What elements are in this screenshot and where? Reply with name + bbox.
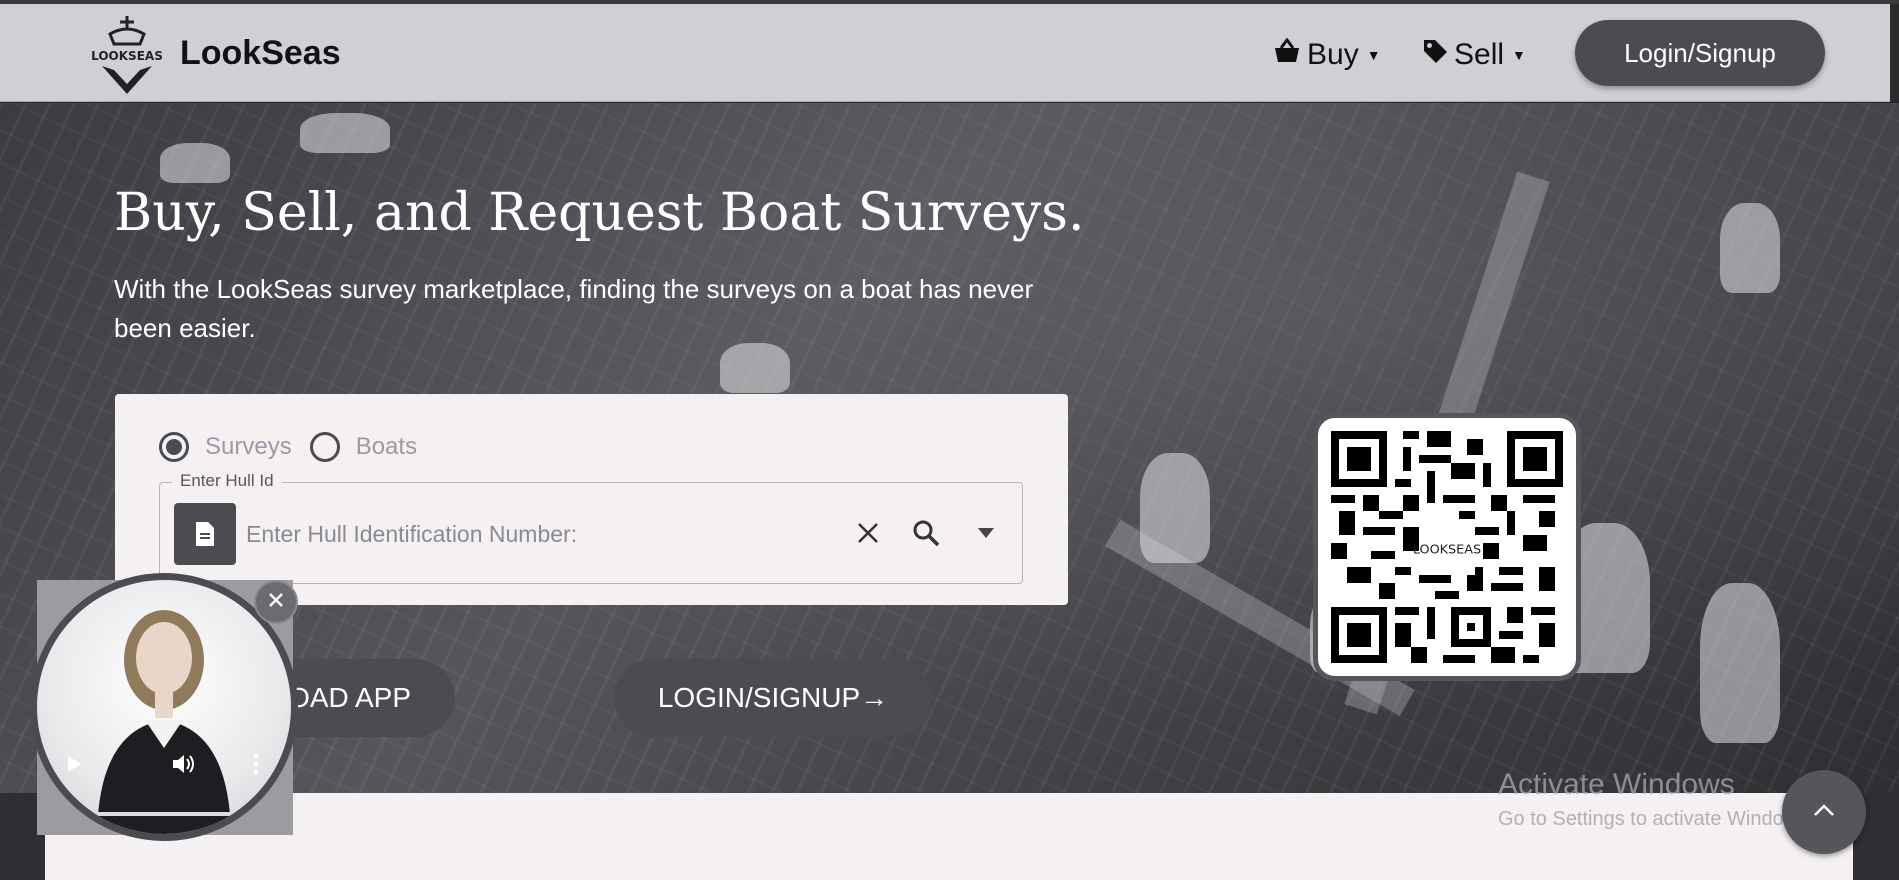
nav-buy[interactable]: Buy ▼ bbox=[1273, 37, 1381, 72]
svg-text:LOOKSEAS: LOOKSEAS bbox=[91, 49, 163, 63]
hero-bg-boat bbox=[1720, 203, 1780, 293]
play-icon[interactable] bbox=[62, 752, 86, 776]
video-close-button[interactable] bbox=[254, 580, 298, 624]
more-vertical-icon[interactable] bbox=[248, 752, 264, 776]
radio-boats[interactable] bbox=[309, 432, 340, 462]
radio-surveys[interactable] bbox=[159, 432, 189, 462]
qr-code-image: LOOKSEAS bbox=[1331, 431, 1563, 663]
close-icon[interactable] bbox=[848, 513, 888, 553]
login-signup-hero-button[interactable]: LOGIN/SIGNUP→ bbox=[614, 659, 932, 737]
hero-bg-boat bbox=[300, 113, 390, 153]
nav-sell-label: Sell bbox=[1454, 38, 1505, 71]
hero-bg-boat bbox=[720, 343, 790, 393]
app-qr-code: LOOKSEAS bbox=[1313, 413, 1581, 681]
hero-bg-boat bbox=[1140, 453, 1210, 563]
hero-bg-boat bbox=[1700, 583, 1780, 743]
presenter-image bbox=[97, 610, 231, 834]
radio-boats-label[interactable]: Boats bbox=[356, 433, 417, 461]
hull-search-card: Surveys Boats Enter Hull Id bbox=[115, 394, 1068, 605]
hero-subtitle: With the LookSeas survey marketplace, fi… bbox=[114, 274, 1034, 343]
nav-sell[interactable]: Sell ▼ bbox=[1422, 38, 1526, 72]
login-signup-button[interactable]: Login/Signup bbox=[1575, 20, 1825, 86]
search-type-radio-group: Surveys Boats bbox=[159, 432, 435, 462]
chevron-down-icon: ▼ bbox=[1512, 47, 1526, 63]
hull-id-input[interactable] bbox=[246, 505, 846, 563]
chevron-down-icon: ▼ bbox=[1366, 47, 1381, 63]
svg-text:LOOKSEAS: LOOKSEAS bbox=[1413, 542, 1481, 557]
caret-down-icon[interactable] bbox=[966, 513, 1006, 553]
video-progress-bar[interactable] bbox=[69, 812, 259, 816]
scroll-to-top-button[interactable] bbox=[1782, 770, 1866, 854]
brand-name[interactable]: LookSeas bbox=[180, 34, 341, 73]
search-icon[interactable] bbox=[906, 513, 946, 553]
windows-activation-hint: Go to Settings to activate Windows. bbox=[1498, 808, 1814, 830]
close-icon bbox=[268, 592, 284, 613]
basket-icon bbox=[1273, 37, 1301, 72]
chevron-up-icon bbox=[1813, 803, 1835, 822]
file-icon[interactable] bbox=[174, 503, 236, 565]
site-header: LOOKSEAS LookSeas Buy ▼ Sell ▼ Login/Sig… bbox=[0, 4, 1890, 102]
hull-id-field-label: Enter Hull Id bbox=[172, 471, 282, 491]
hero-bg-boat bbox=[160, 143, 230, 183]
content-panel bbox=[45, 793, 1853, 880]
hull-id-field: Enter Hull Id bbox=[159, 471, 1023, 584]
radio-surveys-label[interactable]: Surveys bbox=[205, 433, 292, 461]
volume-icon[interactable] bbox=[170, 750, 198, 778]
windows-activation-title: Activate Windows bbox=[1498, 768, 1735, 801]
tag-icon bbox=[1422, 38, 1448, 72]
nav-buy-label: Buy bbox=[1307, 38, 1359, 71]
lookseas-logo[interactable]: LOOKSEAS bbox=[80, 14, 174, 96]
hero-title: Buy, Sell, and Request Boat Surveys. bbox=[114, 183, 1085, 243]
